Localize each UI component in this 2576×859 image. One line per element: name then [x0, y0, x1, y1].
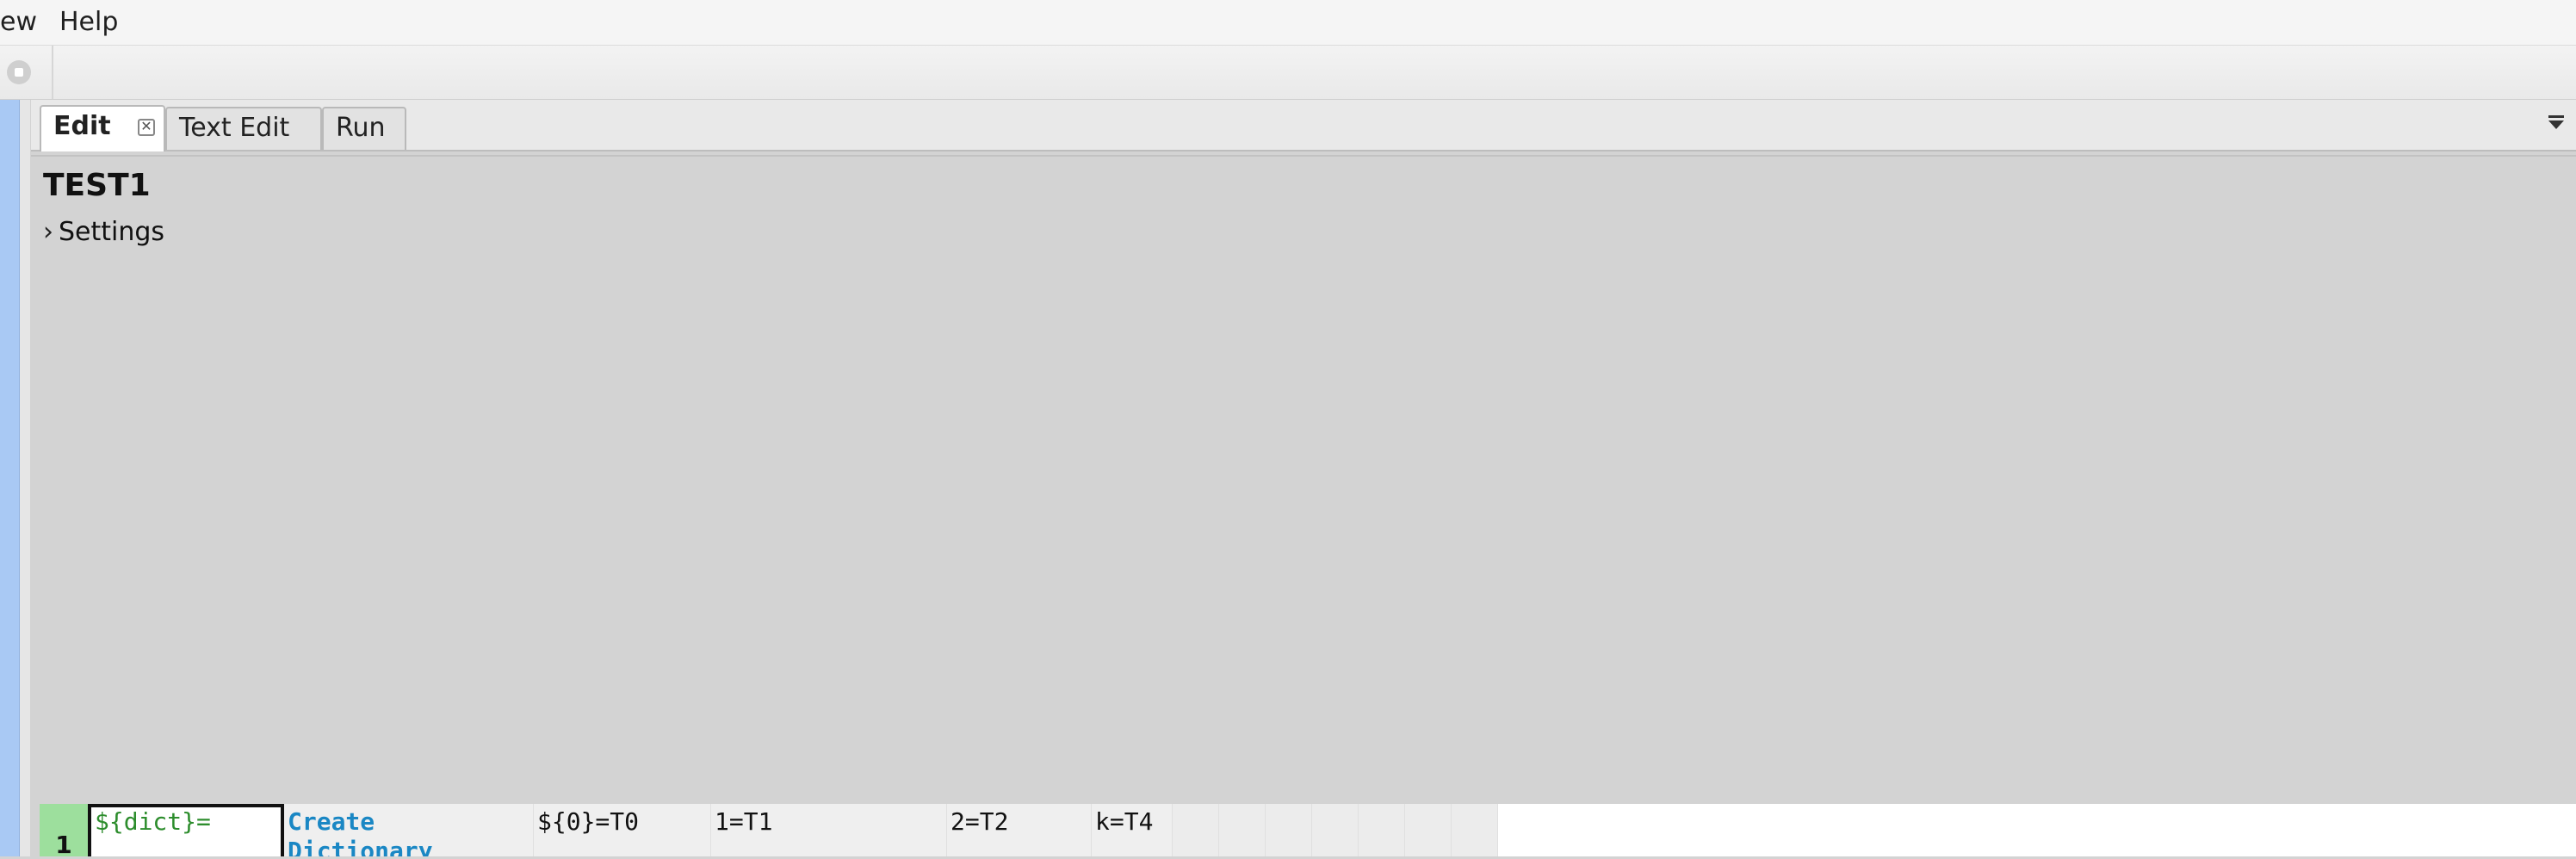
- grid-cell-assign[interactable]: ${dict}=: [88, 804, 284, 856]
- tab-run[interactable]: Run: [322, 107, 406, 150]
- test-steps-grid: 1 ${dict}= Create Dictionary ${0}=T0 1=T…: [40, 804, 2576, 857]
- close-icon[interactable]: ✕: [138, 119, 155, 136]
- panel-splitter[interactable]: [20, 100, 30, 856]
- grid-cell-empty[interactable]: [1173, 804, 1219, 856]
- tree-panel-edge[interactable]: [0, 100, 20, 856]
- chevron-right-icon: ›: [43, 217, 53, 247]
- grid-cell-arg-2[interactable]: 1=T1: [711, 804, 947, 856]
- row-number[interactable]: 1: [40, 804, 88, 857]
- menu-help[interactable]: Help: [59, 7, 118, 38]
- grid-cell-empty[interactable]: [1266, 804, 1312, 856]
- tab-edit-label: Edit: [53, 111, 111, 141]
- tab-bar: Edit ✕ Text Edit Run: [31, 100, 2576, 151]
- grid-empty-area: [1498, 804, 2576, 856]
- grid-cell-arg-1[interactable]: ${0}=T0: [534, 804, 711, 856]
- tab-text-edit[interactable]: Text Edit: [165, 107, 322, 150]
- grid-cell-empty[interactable]: [1405, 804, 1452, 856]
- toolbar-separator: [52, 46, 53, 99]
- menu-bar: ew Help: [0, 0, 2576, 46]
- grid-cell-arg-4[interactable]: k=T4: [1092, 804, 1173, 856]
- grid-cell-empty[interactable]: [1312, 804, 1359, 856]
- settings-label: Settings: [59, 217, 165, 247]
- editor-panel: TEST1 › Settings: [31, 155, 2576, 858]
- stop-icon[interactable]: [7, 60, 31, 84]
- tab-text-edit-label: Text Edit: [179, 113, 290, 143]
- grid-cell-arg-3[interactable]: 2=T2: [947, 804, 1092, 856]
- tab-run-label: Run: [336, 113, 386, 143]
- tab-list-menu-icon[interactable]: [2548, 115, 2564, 129]
- tab-edit[interactable]: Edit ✕: [40, 105, 165, 151]
- grid-cell-keyword[interactable]: Create Dictionary: [284, 804, 534, 856]
- test-case-title: TEST1: [43, 168, 151, 203]
- grid-cell-empty[interactable]: [1359, 804, 1405, 856]
- settings-toggle[interactable]: › Settings: [43, 215, 164, 250]
- grid-cell-empty[interactable]: [1452, 804, 1498, 856]
- menu-view[interactable]: ew: [0, 7, 37, 38]
- grid-cell-empty[interactable]: [1219, 804, 1266, 856]
- toolbar: [0, 46, 2576, 100]
